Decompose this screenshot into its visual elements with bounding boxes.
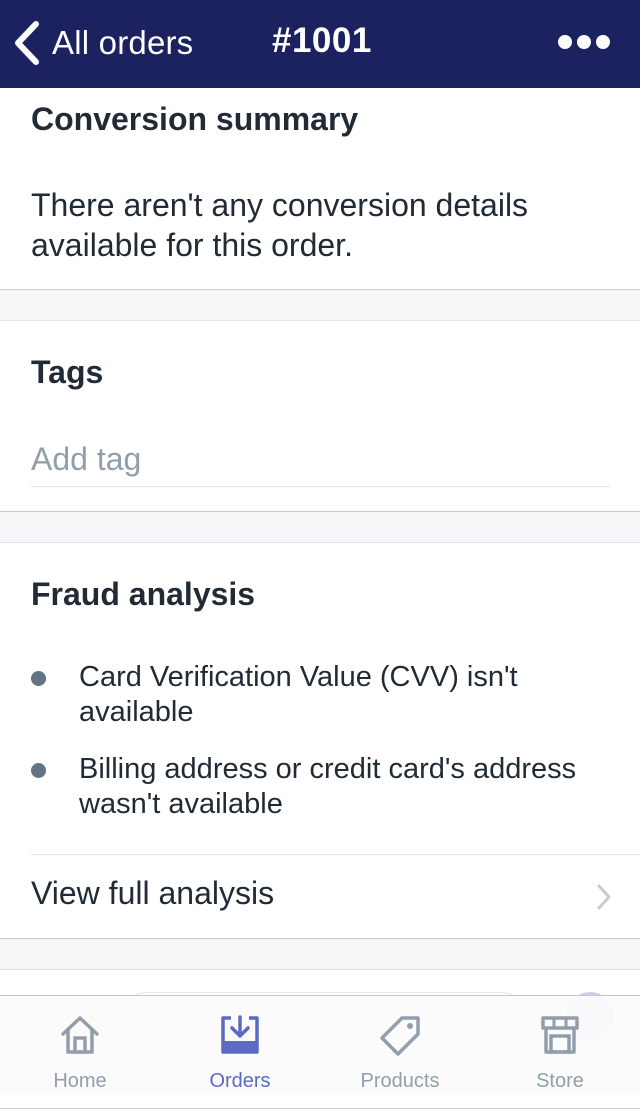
conversion-summary-heading: Conversion summary [31,101,359,137]
more-dot-icon [596,35,610,49]
tab-store[interactable]: Store [480,996,640,1094]
orders-icon [219,1014,261,1056]
page-title: #1001 [272,21,372,60]
home-icon [59,1014,101,1056]
tab-store-label: Store [536,1070,584,1092]
add-tag-input[interactable] [31,433,610,487]
tab-products[interactable]: Products [320,996,480,1094]
fraud-indicator-text: Card Verification Value (CVV) isn't avai… [79,661,518,728]
tags-heading: Tags [31,354,104,390]
tag-icon [378,1014,422,1058]
tab-orders-label: Orders [209,1070,271,1092]
chevron-left-icon [12,20,40,66]
fraud-analysis-card: Fraud analysis Card Verification Value (… [0,542,640,939]
more-dot-icon [558,35,572,49]
view-full-analysis-label: View full analysis [31,875,275,911]
tab-home-label: Home [53,1070,107,1092]
tab-home[interactable]: Home [0,996,160,1094]
tab-orders[interactable]: Orders [160,996,320,1094]
chevron-right-icon [596,883,612,916]
fraud-analysis-heading: Fraud analysis [31,576,256,612]
view-full-analysis-row[interactable]: View full analysis [0,855,640,939]
back-button[interactable]: All orders [12,18,193,68]
conversion-summary-card: Conversion summary There aren't any conv… [0,88,640,290]
tab-products-label: Products [360,1070,440,1092]
more-actions-button[interactable] [558,33,610,51]
fraud-indicator-text: Billing address or credit card's address… [79,753,577,820]
bottom-tab-bar: Home Orders Products Store [0,995,640,1094]
bullet-icon [31,763,46,778]
store-icon [539,1014,581,1056]
top-nav-bar: All orders #1001 [0,0,640,88]
more-dot-icon [577,35,591,49]
tags-card: Tags [0,320,640,512]
bullet-icon [31,671,46,686]
conversion-summary-message: There aren't any conversion details avai… [31,187,529,263]
back-label: All orders [52,24,194,61]
